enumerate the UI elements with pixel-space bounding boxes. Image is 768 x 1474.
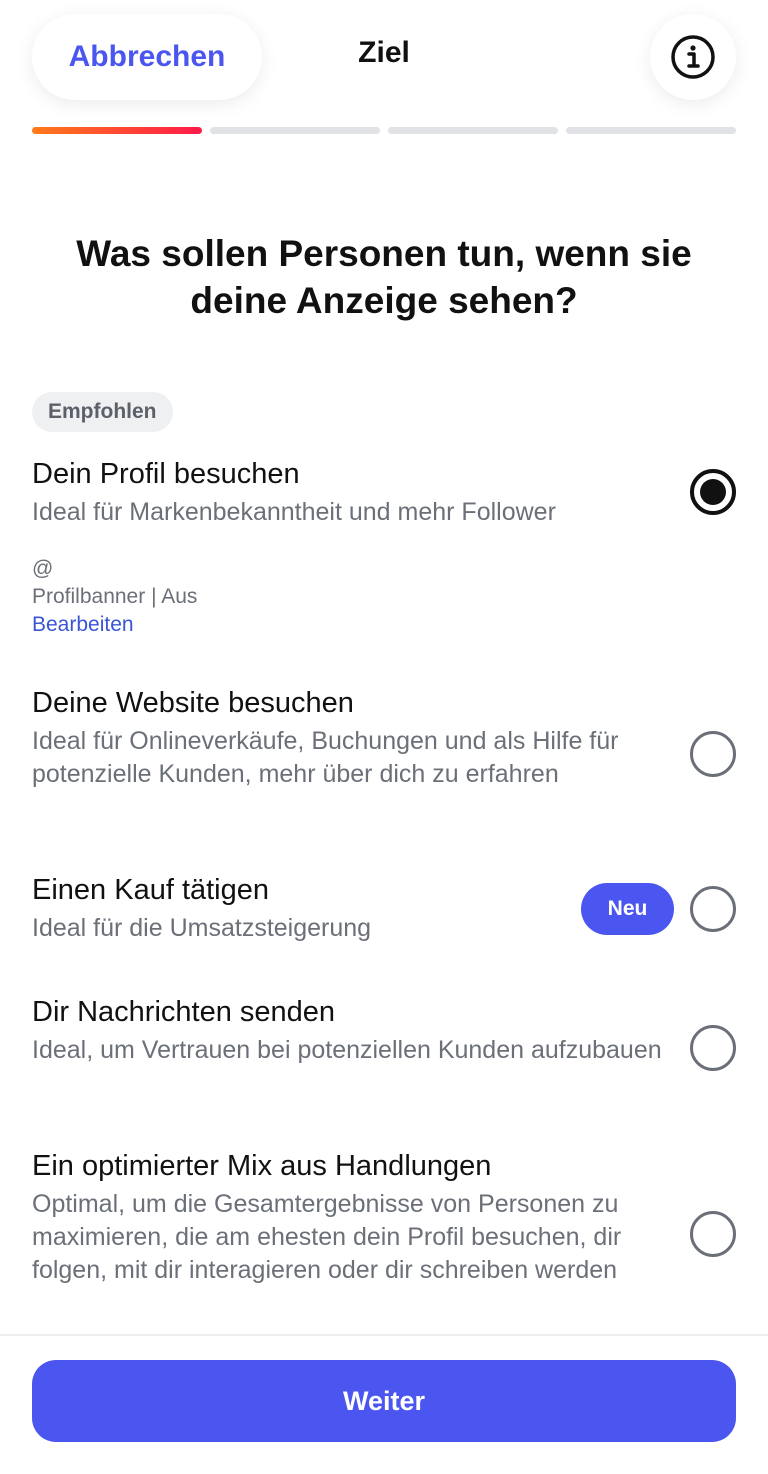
progress-step-3 (388, 127, 558, 134)
option-website-visit[interactable]: Deine Website besuchen Ideal für Onlinev… (32, 685, 736, 791)
profile-info: @ Profilbanner | Aus Bearbeiten (32, 556, 632, 638)
option-send-messages[interactable]: Dir Nachrichten senden Ideal, um Vertrau… (32, 994, 736, 1071)
question-line-1: Was sollen Personen tun, wenn sie (76, 233, 692, 274)
radio-send-messages[interactable] (690, 1025, 736, 1071)
radio-purchase[interactable] (690, 886, 736, 932)
option-description: Ideal für die Umsatzsteigerung (32, 914, 372, 942)
option-title: Deine Website besuchen (32, 687, 354, 719)
option-title: Einen Kauf tätigen (32, 874, 270, 906)
bottom-divider (0, 1334, 768, 1336)
option-title: Dein Profil besuchen (32, 458, 300, 490)
option-title: Dir Nachrichten senden (32, 996, 336, 1028)
option-description: Ideal, um Vertrauen bei potenziellen Kun… (32, 1036, 662, 1064)
header: Abbrechen Ziel (0, 0, 768, 150)
profile-handle: @ (32, 557, 54, 580)
question-line-2: deine Anzeige sehen? (190, 280, 578, 321)
progress-step-4 (566, 127, 736, 134)
radio-optimized-mix[interactable] (690, 1211, 736, 1257)
new-badge: Neu (581, 883, 674, 935)
radio-website-visit[interactable] (690, 731, 736, 777)
option-optimized-mix[interactable]: Ein optimierter Mix aus Handlungen Optim… (32, 1148, 736, 1287)
option-description: Ideal für Onlineverkäufe, Buchungen und … (32, 727, 619, 788)
option-title: Ein optimierter Mix aus Handlungen (32, 1150, 492, 1182)
option-description: Ideal für Markenbekanntheit und mehr Fol… (32, 498, 556, 526)
page-title: Ziel (358, 36, 410, 69)
continue-button[interactable]: Weiter (32, 1360, 736, 1442)
edit-link[interactable]: Bearbeiten (32, 612, 632, 638)
option-description: Optimal, um die Gesamtergebnisse von Per… (32, 1190, 622, 1284)
cancel-button[interactable]: Abbrechen (32, 14, 262, 100)
profile-banner-status: Profilbanner | Aus (32, 585, 198, 608)
question-heading: Was sollen Personen tun, wenn sie deine … (32, 230, 736, 324)
progress-step-2 (210, 127, 380, 134)
option-purchase[interactable]: Einen Kauf tätigen Ideal für die Umsatzs… (32, 872, 736, 945)
progress-bar (32, 127, 736, 134)
progress-step-1 (32, 127, 202, 134)
page: Abbrechen Ziel Was sollen Personen tun, … (0, 0, 768, 1474)
recommended-badge: Empfohlen (32, 392, 173, 432)
info-circle-icon (671, 35, 715, 79)
radio-profile-visit[interactable] (690, 469, 736, 515)
info-button[interactable] (650, 14, 736, 100)
option-profile-visit[interactable]: Dein Profil besuchen Ideal für Markenbek… (32, 456, 736, 529)
